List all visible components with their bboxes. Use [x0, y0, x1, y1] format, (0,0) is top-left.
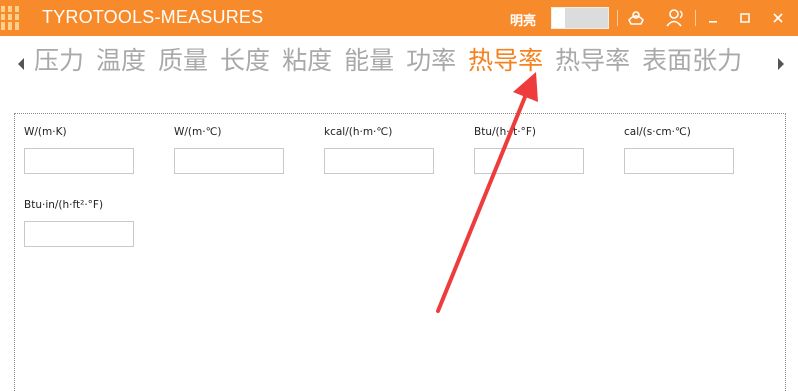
unit-label: W/(m·K)	[24, 126, 67, 138]
category-tabs: 压力 温度 质量 长度 粘度 能量 功率 热导率 热导率 表面张力	[0, 36, 798, 86]
unit-input-btu-per-h-ft-f[interactable]	[474, 148, 584, 174]
unit-field: W/(m·K)	[24, 125, 134, 174]
tab-thermal-conductivity-2[interactable]: 热导率	[555, 36, 630, 86]
minimize-icon[interactable]	[701, 6, 725, 30]
skin-icon[interactable]	[624, 6, 648, 30]
theme-toggle[interactable]	[551, 7, 609, 29]
tab-viscosity[interactable]: 粘度	[282, 36, 332, 86]
tab-temperature[interactable]: 温度	[96, 36, 146, 86]
converter-panel: W/(m·K) W/(m·℃) kcal/(h·m·℃) Btu/(h·ft·°…	[14, 113, 786, 391]
tab-energy[interactable]: 能量	[344, 36, 394, 86]
unit-label: Btu/(h·ft·°F)	[474, 126, 536, 138]
unit-field: cal/(s·cm·℃)	[624, 125, 734, 174]
titlebar-divider	[617, 10, 618, 26]
tab-mass[interactable]: 质量	[158, 36, 208, 86]
tab-power[interactable]: 功率	[406, 36, 456, 86]
app-logo-icon	[0, 6, 30, 30]
maximize-icon[interactable]	[733, 6, 757, 30]
app-title: TYROTOOLS-MEASURES	[42, 7, 264, 27]
unit-label: W/(m·℃)	[174, 126, 222, 138]
scroll-left-icon[interactable]	[16, 55, 26, 70]
tab-pressure[interactable]: 压力	[34, 36, 84, 86]
theme-toggle-knob[interactable]	[552, 8, 565, 28]
titlebar-divider	[695, 10, 696, 26]
tabs-viewport: 压力 温度 质量 长度 粘度 能量 功率 热导率 热导率 表面张力	[34, 36, 772, 86]
unit-label: cal/(s·cm·℃)	[624, 126, 691, 138]
unit-field: Btu·in/(h·ft²·°F)	[24, 198, 134, 247]
tab-surface-tension[interactable]: 表面张力	[642, 36, 742, 86]
tab-thermal-conductivity[interactable]: 热导率	[468, 36, 543, 86]
close-icon[interactable]	[766, 6, 790, 30]
unit-input-cal-per-s-cm-c[interactable]	[624, 148, 734, 174]
unit-label: Btu·in/(h·ft²·°F)	[24, 199, 104, 211]
unit-input-w-per-m-k[interactable]	[24, 148, 134, 174]
scroll-right-icon[interactable]	[776, 55, 786, 70]
unit-input-kcal-per-h-m-c[interactable]	[324, 148, 434, 174]
unit-label: kcal/(h·m·℃)	[324, 126, 393, 138]
unit-field: W/(m·℃)	[174, 125, 284, 174]
unit-input-w-per-m-c[interactable]	[174, 148, 284, 174]
unit-input-btu-in-per-h-ft2-f[interactable]	[24, 221, 134, 247]
user-icon[interactable]	[664, 6, 688, 30]
unit-field: Btu/(h·ft·°F)	[474, 125, 584, 174]
theme-label: 明亮	[510, 14, 537, 29]
tab-length[interactable]: 长度	[220, 36, 270, 86]
unit-field: kcal/(h·m·℃)	[324, 125, 434, 174]
title-bar: TYROTOOLS-MEASURES 明亮	[0, 0, 798, 36]
